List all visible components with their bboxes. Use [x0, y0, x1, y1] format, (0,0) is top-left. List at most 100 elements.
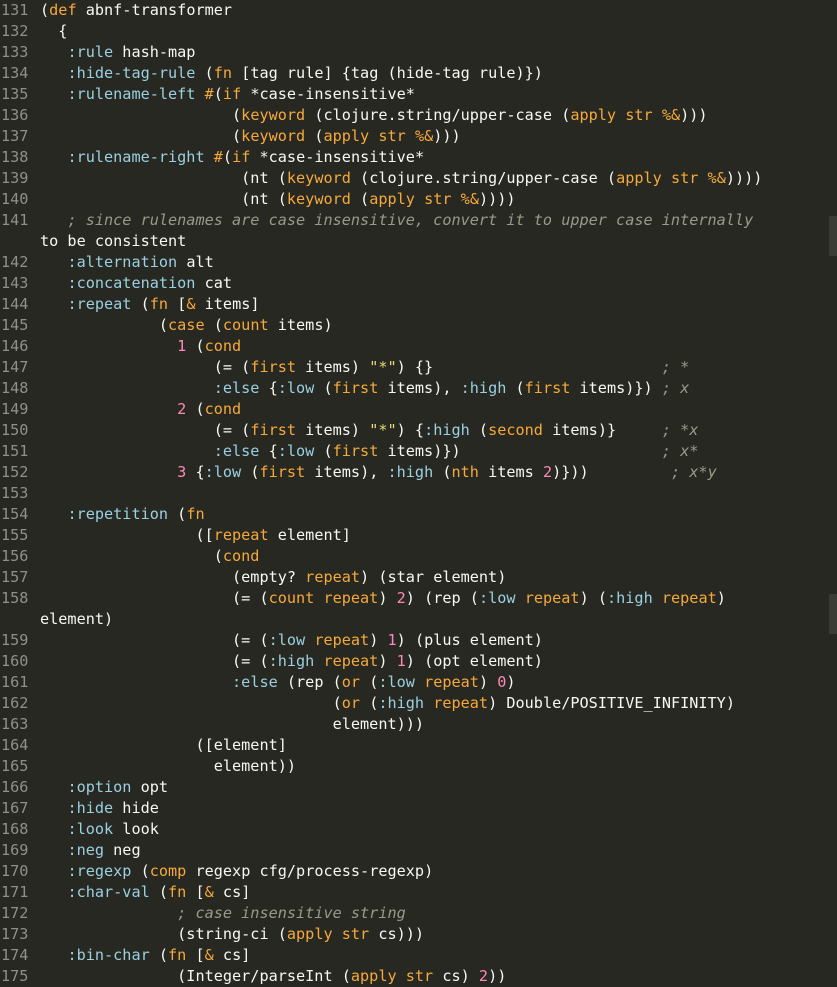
code-line[interactable]: 174 :bin-char (fn [& cs] [0, 945, 837, 966]
line-number: 173 [1, 925, 29, 943]
code-line[interactable]: 165 element)) [0, 756, 837, 777]
code-text: ; case insensitive string [177, 904, 406, 922]
code-text: (= (first items) "*") {} ; * [40, 358, 690, 376]
code-text: (nt (keyword (clojure.string/upper-case … [40, 169, 763, 187]
scrollbar-marker[interactable] [829, 594, 837, 634]
code-line[interactable]: element) [0, 609, 837, 630]
code-line[interactable]: 150 (= (first items) "*") {:high (second… [0, 420, 837, 441]
line-number: 132 [1, 22, 29, 40]
code-line[interactable]: to be consistent [0, 231, 837, 252]
code-text: (cond [40, 547, 260, 565]
code-text: :rule hash-map [67, 43, 196, 61]
code-editor[interactable]: 131 (def abnf-transformer 132 {133 :rule h… [0, 0, 837, 987]
code-line[interactable]: 136 (keyword (clojure.string/upper-case … [0, 105, 837, 126]
code-line[interactable]: 145 (case (count items) [0, 315, 837, 336]
line-number: 152 [1, 463, 29, 481]
line-number: 158 [1, 589, 29, 607]
code-line[interactable]: 153 [0, 483, 837, 504]
code-line[interactable]: 161 :else (rep (or (:low repeat) 0) [0, 672, 837, 693]
code-line[interactable]: 159 (= (:low repeat) 1) (plus element) [0, 630, 837, 651]
code-text: :rulename-right #(if *case-insensitive* [67, 148, 425, 166]
line-number: 164 [1, 736, 29, 754]
code-text: (or (:high repeat) Double/POSITIVE_INFIN… [40, 694, 735, 712]
code-line[interactable]: 142 :alternation alt [0, 252, 837, 273]
code-line[interactable]: 169 :neg neg [0, 840, 837, 861]
code-line[interactable]: 168 :look look [0, 819, 837, 840]
code-text: :repeat (fn [& items] [67, 295, 260, 313]
code-line[interactable]: 156 (cond [0, 546, 837, 567]
code-line[interactable]: 173 (string-ci (apply str cs))) [0, 924, 837, 945]
code-text: :hide-tag-rule (fn [tag rule] {tag (hide… [67, 64, 543, 82]
code-line[interactable]: 147 (= (first items) "*") {} ; * [0, 357, 837, 378]
code-line[interactable]: 137 (keyword (apply str %&))) [0, 126, 837, 147]
code-text: :hide hide [67, 799, 159, 817]
code-line[interactable]: 139 (nt (keyword (clojure.string/upper-c… [0, 168, 837, 189]
line-number: 147 [1, 358, 29, 376]
line-number: 174 [1, 946, 29, 964]
code-line[interactable]: 163 element))) [0, 714, 837, 735]
code-line[interactable]: 158 (= (count repeat) 2) (rep (:low repe… [0, 588, 837, 609]
code-text: (= (first items) "*") {:high (second ite… [40, 421, 699, 439]
code-text: :concatenation cat [67, 274, 233, 292]
scrollbar-marker[interactable] [829, 216, 837, 256]
line-number: 162 [1, 694, 29, 712]
line-number: 143 [1, 274, 29, 292]
line-number: 157 [1, 568, 29, 586]
line-number: 160 [1, 652, 29, 670]
code-line[interactable]: 172 ; case insensitive string [0, 903, 837, 924]
code-line[interactable]: 149 2 (cond [0, 399, 837, 420]
code-line[interactable]: 160 (= (:high repeat) 1) (opt element) [0, 651, 837, 672]
line-number: 170 [1, 862, 29, 880]
code-line[interactable]: 171 :char-val (fn [& cs] [0, 882, 837, 903]
code-line[interactable]: 134 :hide-tag-rule (fn [tag rule] {tag (… [0, 63, 837, 84]
code-line[interactable]: 164 ([element] [0, 735, 837, 756]
line-number: 171 [1, 883, 29, 901]
code-text: (= (:low repeat) 1) (plus element) [40, 631, 543, 649]
line-number: 153 [1, 484, 29, 502]
code-line[interactable]: 167 :hide hide [0, 798, 837, 819]
code-line[interactable]: 162 (or (:high repeat) Double/POSITIVE_I… [0, 693, 837, 714]
code-text: :char-val (fn [& cs] [67, 883, 251, 901]
code-line[interactable]: 148 :else {:low (first items), :high (fi… [0, 378, 837, 399]
code-text: (nt (keyword (apply str %&)))) [40, 190, 516, 208]
code-line[interactable]: 140 (nt (keyword (apply str %&)))) [0, 189, 837, 210]
code-text: (Integer/parseInt (apply str cs) 2)) [40, 967, 507, 985]
code-line[interactable]: 157 (empty? repeat) (star element) [0, 567, 837, 588]
line-number: 139 [1, 169, 29, 187]
line-number: 175 [1, 967, 29, 985]
line-number: 142 [1, 253, 29, 271]
code-text: 3 {:low (first items), :high (nth items … [177, 463, 717, 481]
line-number: 169 [1, 841, 29, 859]
code-text: element)) [40, 757, 297, 775]
code-text: (empty? repeat) (star element) [40, 568, 507, 586]
code-line[interactable]: 151 :else {:low (first items)}) ; x* [0, 441, 837, 462]
line-number: 136 [1, 106, 29, 124]
line-number: 172 [1, 904, 29, 922]
code-line[interactable]: 132 { [0, 21, 837, 42]
code-line[interactable]: 175 (Integer/parseInt (apply str cs) 2)) [0, 966, 837, 987]
code-line[interactable]: 133 :rule hash-map [0, 42, 837, 63]
line-number: 138 [1, 148, 29, 166]
line-number: 168 [1, 820, 29, 838]
code-text: ([element] [40, 736, 287, 754]
line-number: 154 [1, 505, 29, 523]
code-line[interactable]: 146 1 (cond [0, 336, 837, 357]
line-number: 146 [1, 337, 29, 355]
code-line[interactable]: 131 (def abnf-transformer [0, 0, 837, 21]
code-line[interactable]: 144 :repeat (fn [& items] [0, 294, 837, 315]
code-line[interactable]: 154 :repetition (fn [0, 504, 837, 525]
code-line[interactable]: 135 :rulename-left #(if *case-insensitiv… [0, 84, 837, 105]
code-text: (keyword (clojure.string/upper-case (app… [40, 106, 708, 124]
code-line[interactable]: 138 :rulename-right #(if *case-insensiti… [0, 147, 837, 168]
code-line[interactable]: 155 ([repeat element] [0, 525, 837, 546]
code-text: :else {:low (first items), :high (first … [213, 379, 690, 397]
code-line[interactable]: 166 :option opt [0, 777, 837, 798]
line-number: 133 [1, 43, 29, 61]
line-number: 131 [1, 1, 29, 19]
code-line[interactable]: 143 :concatenation cat [0, 273, 837, 294]
line-number: 156 [1, 547, 29, 565]
code-line[interactable]: 141 ; since rulenames are case insensiti… [0, 210, 837, 231]
code-line[interactable]: 170 :regexp (comp regexp cfg/process-reg… [0, 861, 837, 882]
code-line[interactable]: 152 3 {:low (first items), :high (nth it… [0, 462, 837, 483]
code-text: :else {:low (first items)}) ; x* [213, 442, 699, 460]
